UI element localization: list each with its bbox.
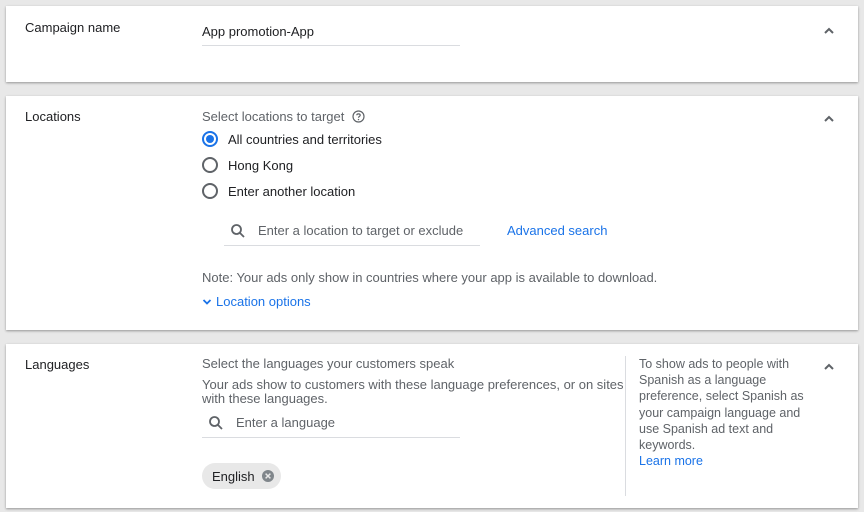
languages-title: Languages bbox=[25, 357, 90, 372]
radio-all-countries[interactable]: All countries and territories bbox=[202, 131, 382, 147]
locations-section: Locations Select locations to target All… bbox=[6, 96, 858, 330]
help-icon[interactable] bbox=[352, 110, 365, 123]
chevron-up-icon[interactable] bbox=[822, 360, 836, 374]
radio-label: Hong Kong bbox=[228, 157, 294, 173]
language-search-input[interactable] bbox=[236, 415, 436, 430]
campaign-name-section: Campaign name App promotion-App bbox=[6, 6, 858, 82]
tip-divider bbox=[625, 356, 626, 496]
search-icon bbox=[230, 223, 246, 239]
radio-button[interactable] bbox=[202, 183, 218, 199]
chip-label: English bbox=[212, 468, 255, 484]
chevron-down-icon bbox=[202, 298, 212, 305]
languages-description: Your ads show to customers with these la… bbox=[202, 377, 624, 406]
language-tip: To show ads to people with Spanish as a … bbox=[639, 356, 819, 469]
radio-button[interactable] bbox=[202, 157, 218, 173]
radio-button-selected[interactable] bbox=[202, 131, 218, 147]
language-search-box[interactable] bbox=[202, 408, 460, 438]
learn-more-link[interactable]: Learn more bbox=[639, 453, 819, 469]
radio-hong-kong[interactable]: Hong Kong bbox=[202, 157, 293, 173]
location-options-link[interactable]: Location options bbox=[216, 294, 311, 309]
radio-label: Enter another location bbox=[228, 183, 356, 199]
search-icon bbox=[208, 415, 224, 431]
location-search-input[interactable] bbox=[258, 223, 468, 238]
chevron-up-icon[interactable] bbox=[822, 112, 836, 126]
radio-enter-location[interactable]: Enter another location bbox=[202, 183, 355, 199]
locations-prompt-text: Select locations to target bbox=[202, 109, 345, 124]
close-circle-icon[interactable] bbox=[261, 469, 275, 483]
locations-prompt: Select locations to target bbox=[202, 109, 365, 124]
campaign-name-title: Campaign name bbox=[25, 20, 121, 35]
language-tip-text: To show ads to people with Spanish as a … bbox=[639, 357, 804, 453]
location-options-toggle[interactable]: Location options bbox=[202, 294, 311, 309]
languages-section: Languages Select the languages your cust… bbox=[6, 344, 858, 508]
language-chip-english: English bbox=[202, 463, 281, 489]
location-search-box[interactable] bbox=[224, 216, 480, 246]
locations-note: Note: Your ads only show in countries wh… bbox=[202, 270, 658, 285]
languages-prompt: Select the languages your customers spea… bbox=[202, 356, 455, 371]
campaign-name-field[interactable]: App promotion-App bbox=[202, 20, 460, 46]
chevron-up-icon[interactable] bbox=[822, 24, 836, 38]
locations-title: Locations bbox=[25, 109, 81, 124]
advanced-search-link[interactable]: Advanced search bbox=[507, 223, 607, 238]
radio-label: All countries and territories bbox=[228, 131, 382, 147]
